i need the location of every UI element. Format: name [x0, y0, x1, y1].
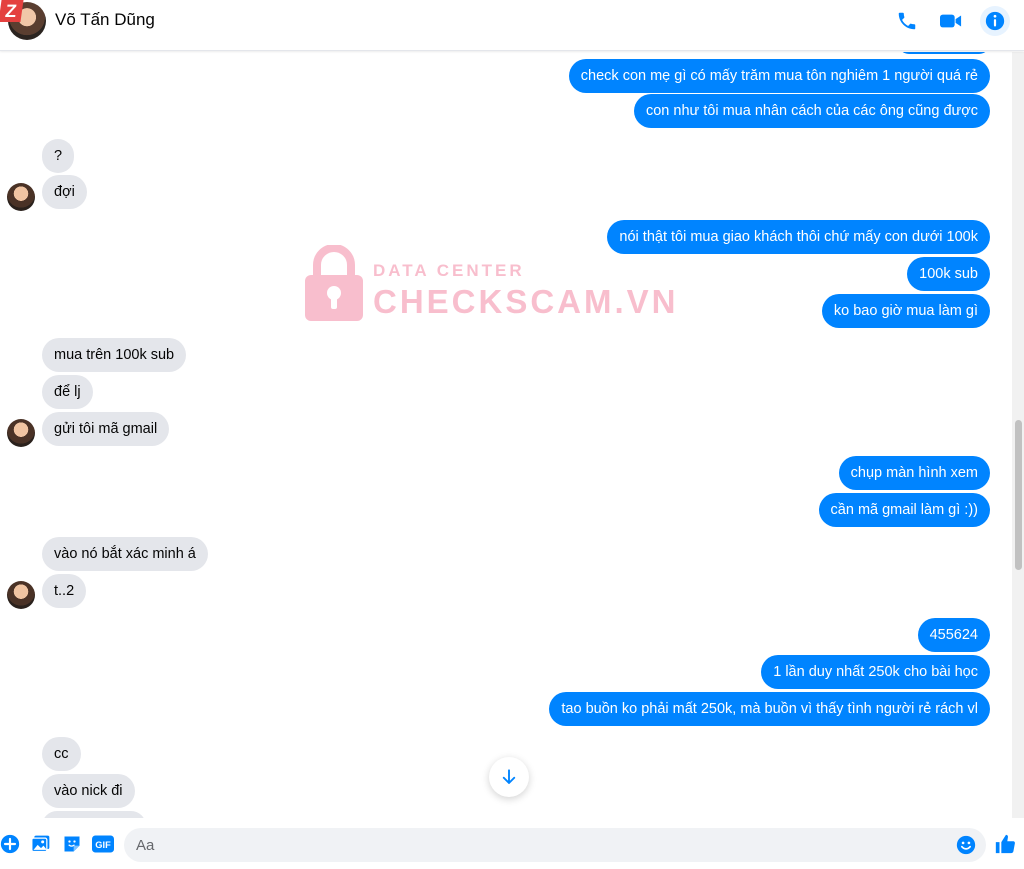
message-bubble-in[interactable]: t..2 — [42, 574, 87, 608]
messenger-window: Z Võ Tấn Dũng check con mẹ gì có mấy tră… — [0, 0, 1024, 869]
arrow-down-icon — [502, 769, 516, 784]
message-bubble-out[interactable]: nói thật tôi mua giao khách thôi chứ mấy… — [607, 220, 990, 254]
message-bubble-in[interactable]: vào nick đi — [42, 774, 135, 808]
image-icon[interactable] — [31, 834, 51, 854]
chat-header: Z Võ Tấn Dũng — [0, 0, 1024, 51]
checkscam-watermark: DATA CENTER CHECKSCAM.VN — [305, 245, 676, 325]
message-bubble-in[interactable]: ? — [42, 139, 75, 173]
info-icon[interactable] — [980, 6, 1010, 36]
message-bubble-in[interactable]: đợi — [42, 175, 87, 209]
contact-avatar-small[interactable] — [7, 581, 35, 609]
message-bubble-out[interactable]: tao buồn ko phải mất 250k, mà buồn vì th… — [549, 692, 990, 726]
message-bubble-out[interactable]: chụp màn hình xem — [838, 456, 990, 490]
watermark-line1: DATA CENTER — [373, 261, 525, 280]
emoji-icon[interactable] — [956, 835, 976, 860]
watermark-line2: CHECKSCAM.VN — [373, 283, 679, 320]
padlock-icon — [305, 245, 363, 321]
like-icon[interactable] — [994, 833, 1016, 860]
header-actions — [892, 6, 1010, 36]
contact-avatar-small[interactable] — [7, 183, 35, 211]
message-bubble-in[interactable]: mua trên 100k sub — [42, 338, 187, 372]
message-composer: GIF — [0, 818, 1024, 869]
message-bubble-partial — [898, 52, 990, 54]
message-bubble-partial — [42, 811, 146, 818]
message-bubble-in[interactable]: cc — [42, 737, 81, 771]
message-bubble-out[interactable]: con như tôi mua nhân cách của các ông cũ… — [633, 94, 990, 128]
scroll-to-bottom-button[interactable] — [489, 757, 529, 797]
message-input[interactable] — [124, 828, 986, 862]
gif-icon[interactable]: GIF — [92, 834, 114, 854]
video-icon[interactable] — [936, 6, 966, 36]
message-bubble-in[interactable]: vào nó bắt xác minh á — [42, 537, 208, 571]
watermark-logo: Z — [0, 0, 24, 22]
message-bubble-out[interactable]: 455624 — [917, 618, 990, 652]
plus-icon[interactable] — [0, 834, 20, 854]
gif-label: GIF — [95, 840, 111, 850]
scrollbar-thumb[interactable] — [1015, 420, 1022, 570]
phone-icon[interactable] — [892, 6, 922, 36]
message-bubble-in[interactable]: để lj — [42, 375, 93, 409]
message-bubble-in[interactable]: gửi tôi mã gmail — [42, 412, 170, 446]
message-bubble-out[interactable]: ko bao giờ mua làm gì — [821, 294, 990, 328]
message-bubble-out[interactable]: 100k sub — [907, 257, 990, 291]
contact-name[interactable]: Võ Tấn Dũng — [55, 10, 155, 30]
contact-avatar-small[interactable] — [7, 419, 35, 447]
message-bubble-out[interactable]: 1 lần duy nhất 250k cho bài học — [761, 655, 990, 689]
message-bubble-out[interactable]: cần mã gmail làm gì :)) — [818, 493, 990, 527]
message-list[interactable]: check con mẹ gì có mấy trăm mua tôn nghi… — [0, 52, 1012, 818]
sticker-icon[interactable] — [62, 834, 82, 854]
message-bubble-out[interactable]: check con mẹ gì có mấy trăm mua tôn nghi… — [568, 59, 990, 93]
